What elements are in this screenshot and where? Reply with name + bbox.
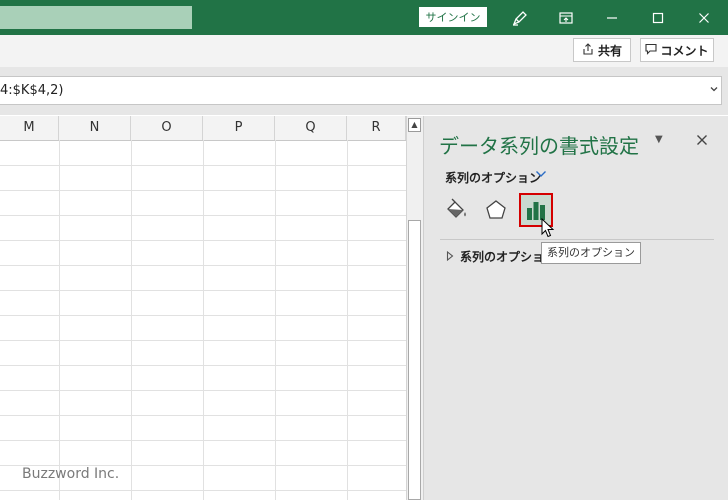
search-box[interactable] bbox=[0, 6, 192, 29]
grid-row-line bbox=[0, 440, 406, 441]
grid-row-line bbox=[0, 265, 406, 266]
comment-icon bbox=[645, 43, 658, 58]
column-header-row: M N O P Q R bbox=[0, 116, 406, 141]
grid-row-line bbox=[0, 365, 406, 366]
grid-row-line bbox=[0, 165, 406, 166]
expand-triangle-icon bbox=[446, 250, 454, 264]
title-bar: サインイン bbox=[0, 0, 728, 35]
column-header[interactable]: Q bbox=[275, 116, 347, 140]
comment-label: コメント bbox=[660, 43, 709, 58]
fill-line-icon[interactable] bbox=[442, 196, 470, 224]
minimize-icon[interactable] bbox=[589, 0, 635, 35]
vertical-scrollbar[interactable]: ▲ bbox=[406, 116, 423, 500]
ribbon-display-icon[interactable] bbox=[543, 0, 589, 35]
mouse-cursor-icon bbox=[541, 217, 555, 241]
watermark: Buzzword Inc. bbox=[22, 466, 120, 482]
grid-column-line bbox=[131, 140, 132, 500]
pen-icon[interactable] bbox=[497, 0, 543, 35]
series-options-section[interactable]: 系列のオプション bbox=[446, 248, 556, 265]
close-icon[interactable] bbox=[696, 130, 708, 151]
comment-button[interactable]: コメント bbox=[640, 38, 714, 62]
pane-divider bbox=[440, 239, 714, 240]
grid-row-line bbox=[0, 490, 406, 491]
chevron-down-icon[interactable] bbox=[535, 169, 547, 182]
grid-row-line bbox=[0, 415, 406, 416]
share-button[interactable]: 共有 bbox=[573, 38, 631, 62]
worksheet-grid[interactable]: M N O P Q R bbox=[0, 116, 406, 500]
tooltip: 系列のオプション bbox=[541, 242, 641, 264]
scroll-up-icon[interactable]: ▲ bbox=[408, 118, 421, 132]
share-icon bbox=[582, 42, 594, 58]
formula-input[interactable]: 4:$K$4,2) bbox=[0, 76, 722, 105]
pane-title: データ系列の書式設定 bbox=[439, 134, 639, 158]
signin-button[interactable]: サインイン bbox=[419, 7, 487, 27]
column-header[interactable]: M bbox=[0, 116, 59, 140]
column-header[interactable]: N bbox=[59, 116, 131, 140]
close-window-icon[interactable] bbox=[681, 0, 727, 35]
share-label: 共有 bbox=[597, 43, 622, 58]
grid-row-line bbox=[0, 340, 406, 341]
column-header[interactable]: R bbox=[347, 116, 406, 140]
grid-row-line bbox=[0, 240, 406, 241]
formula-text: 4:$K$4,2) bbox=[0, 83, 64, 98]
expand-formula-icon[interactable] bbox=[709, 77, 719, 104]
maximize-icon[interactable] bbox=[635, 0, 681, 35]
grid-row-line bbox=[0, 215, 406, 216]
scroll-thumb[interactable] bbox=[408, 220, 421, 500]
pane-menu-icon[interactable]: ▼ bbox=[655, 134, 663, 145]
format-data-series-pane: データ系列の書式設定 ▼ 系列のオプション 系列のオプション bbox=[423, 116, 728, 500]
column-header[interactable]: O bbox=[131, 116, 203, 140]
grid-column-line bbox=[275, 140, 276, 500]
series-options-dropdown[interactable]: 系列のオプション bbox=[445, 169, 541, 186]
column-header[interactable]: P bbox=[203, 116, 275, 140]
grid-column-line bbox=[203, 140, 204, 500]
grid-column-line bbox=[59, 140, 60, 500]
grid-row-line bbox=[0, 390, 406, 391]
grid-row-line bbox=[0, 315, 406, 316]
grid-row-line bbox=[0, 290, 406, 291]
effects-icon[interactable] bbox=[482, 196, 510, 224]
grid-column-line bbox=[347, 140, 348, 500]
grid-row-line bbox=[0, 190, 406, 191]
